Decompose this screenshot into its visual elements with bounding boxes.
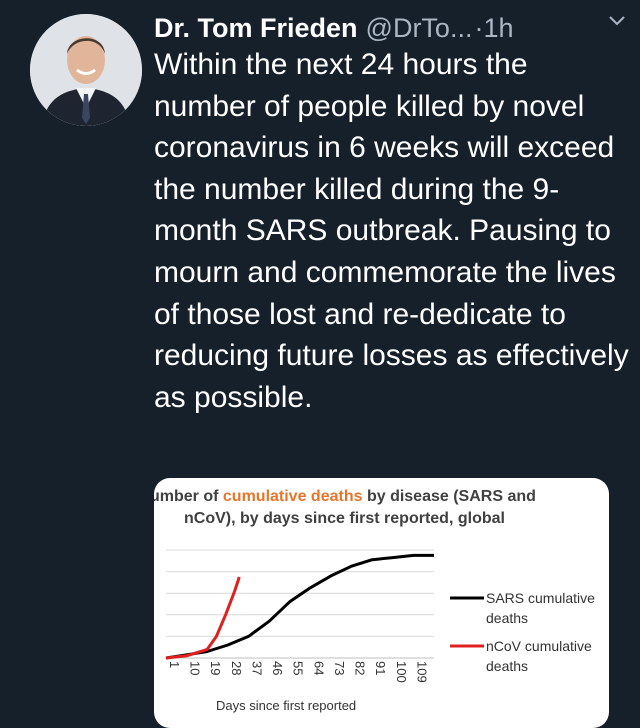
x-tick-label: 46: [270, 661, 285, 675]
legend-label-1-line2: deaths: [486, 658, 528, 674]
legend-label-0: SARS cumulative: [486, 590, 595, 606]
x-tick-label: 10: [188, 661, 203, 675]
series-line-0: [165, 553, 434, 660]
x-tick-label: 73: [332, 661, 347, 675]
x-tick-label: 1: [167, 661, 182, 668]
tweet-timestamp[interactable]: ·1h: [474, 13, 513, 44]
chart-card[interactable]: umber of cumulative deaths by disease (S…: [154, 478, 609, 728]
chevron-down-icon[interactable]: [608, 14, 626, 28]
x-tick-label: 91: [373, 661, 388, 675]
x-tick-label: 19: [208, 661, 223, 675]
x-tick-label: 55: [291, 661, 306, 675]
author-handle[interactable]: @DrTo...: [366, 13, 473, 44]
x-tick-label: 100: [394, 661, 409, 683]
x-tick-label: 82: [353, 661, 368, 675]
author-avatar[interactable]: [30, 14, 142, 126]
legend-label-1: nCoV cumulative: [486, 638, 592, 654]
author-name[interactable]: Dr. Tom Frieden: [154, 13, 358, 44]
x-axis-label: Days since first reported: [216, 698, 356, 713]
x-tick-label: 28: [229, 661, 244, 675]
tweet-text: Within the next 24 hours the number of p…: [154, 48, 629, 414]
cumulative-deaths-chart: 1 10 19 28 37 46 55 64 73 82 91 100 109 Days since fi…: [165, 549, 595, 713]
legend-label-0-line2: deaths: [486, 610, 528, 626]
x-tick-label: 109: [414, 661, 429, 683]
x-tick-label: 37: [249, 661, 264, 675]
x-tick-label: 64: [311, 661, 326, 675]
